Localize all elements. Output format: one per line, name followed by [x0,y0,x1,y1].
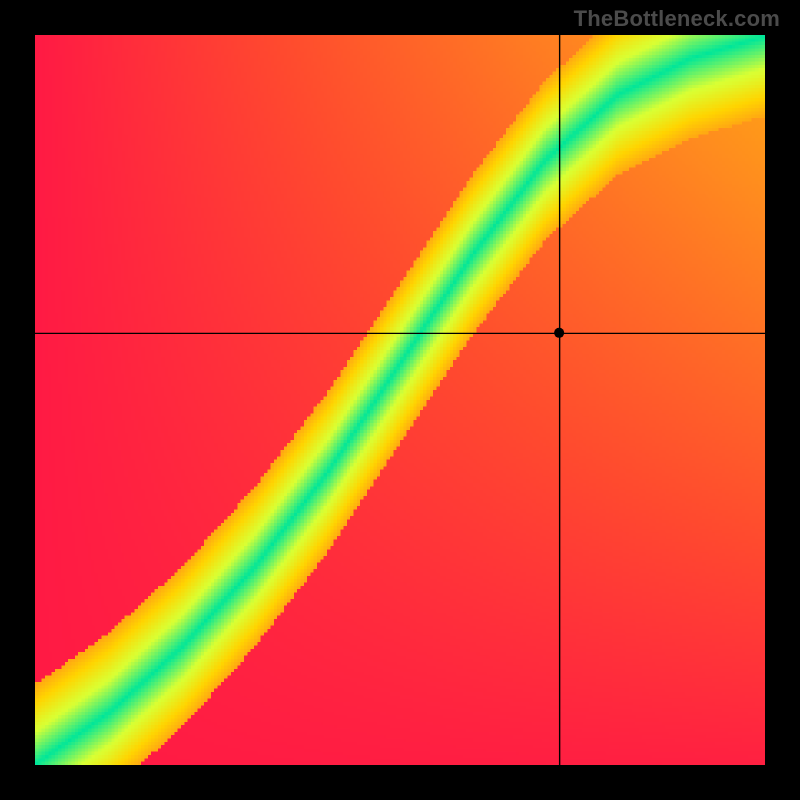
chart-stage: TheBottleneck.com [0,0,800,800]
watermark-text: TheBottleneck.com [574,6,780,32]
crosshair-overlay [35,35,765,765]
